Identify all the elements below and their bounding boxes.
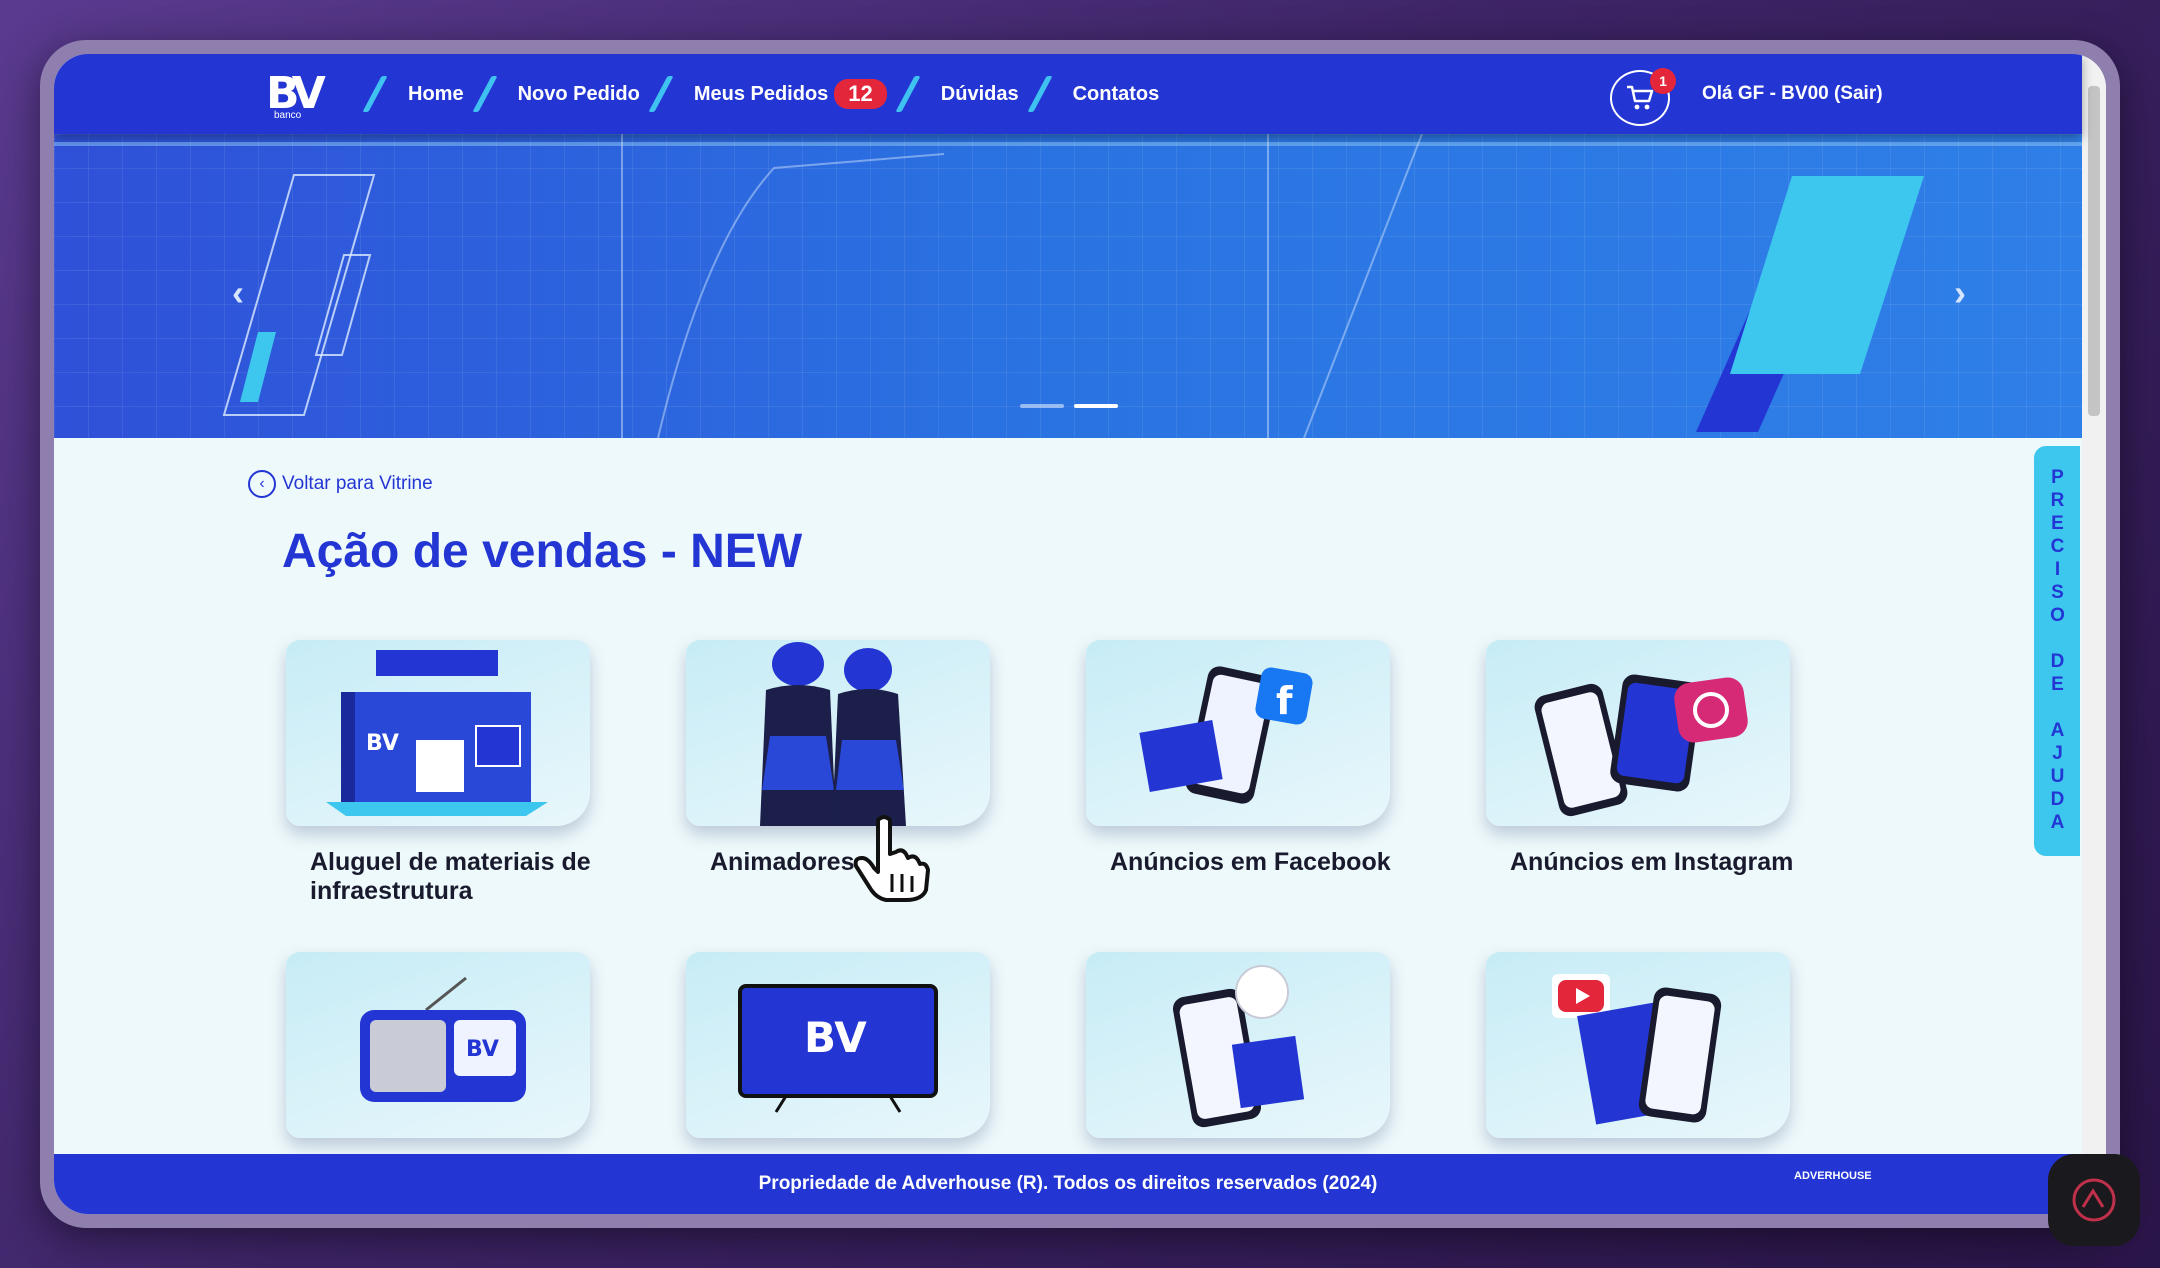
- nav-links: Home Novo Pedido Meus Pedidos 12 Dúvidas…: [354, 54, 1159, 134]
- stand-image: BV: [326, 650, 548, 816]
- svg-text:BV: BV: [466, 1037, 499, 1062]
- radio-image: BV: [360, 976, 526, 1102]
- product-card-phone[interactable]: [1086, 952, 1390, 1138]
- nav-divider: [1027, 76, 1053, 112]
- top-nav: BV banco Home Novo Pedido Meus Pedidos 1…: [54, 54, 2082, 134]
- nav-divider: [648, 76, 674, 112]
- nav-contatos[interactable]: Contatos: [1073, 83, 1160, 106]
- chevron-left-icon: ‹: [248, 470, 276, 498]
- help-tab[interactable]: PRECISO DE AJUDA: [2034, 446, 2080, 856]
- nav-divider: [472, 76, 498, 112]
- product-label-aluguel[interactable]: Aluguel de materiais de infraestrutura: [310, 848, 630, 906]
- hand-cursor-icon: [853, 815, 930, 902]
- adverhouse-badge-icon[interactable]: [2048, 1154, 2140, 1246]
- youtube-image: [1552, 974, 1722, 1125]
- adverhouse-logo: ADVERHOUSE: [1794, 1170, 1872, 1182]
- orders-count-badge: 12: [834, 79, 887, 109]
- nav-home[interactable]: Home: [408, 83, 464, 106]
- carousel-next-button[interactable]: ›: [1954, 272, 1966, 314]
- tv-image: BV: [738, 984, 938, 1113]
- svg-text:f: f: [1276, 679, 1293, 723]
- product-card-animadores[interactable]: [686, 640, 990, 826]
- phone-image: [1172, 965, 1305, 1128]
- cart-icon: [1627, 85, 1654, 110]
- product-label-facebook[interactable]: Anúncios em Facebook: [1110, 848, 1430, 877]
- bv-logo[interactable]: BV banco: [266, 68, 342, 124]
- user-greeting[interactable]: Olá GF - BV00 (Sair): [1702, 54, 1883, 134]
- page-title: Ação de vendas - NEW: [282, 525, 803, 578]
- logo-sub: banco: [274, 110, 302, 121]
- nav-meus-pedidos-label: Meus Pedidos: [693, 82, 829, 105]
- nav-meus-pedidos[interactable]: Meus Pedidos 12: [694, 79, 887, 109]
- nav-novo-pedido[interactable]: Novo Pedido: [518, 83, 640, 106]
- svg-text:BV: BV: [366, 731, 399, 756]
- svg-text:BV: BV: [804, 1013, 867, 1062]
- product-card-radio[interactable]: BV: [286, 952, 590, 1138]
- instagram-ads-image: [1534, 674, 1748, 817]
- animators-image: [760, 642, 906, 826]
- cart-button[interactable]: 1: [1610, 68, 1676, 126]
- hero-carousel: ‹ ›: [54, 134, 2082, 438]
- browser-frame: BV banco Home Novo Pedido Meus Pedidos 1…: [40, 40, 2120, 1228]
- carousel-prev-button[interactable]: ‹: [232, 272, 244, 314]
- back-to-showcase-link[interactable]: ‹ Voltar para Vitrine: [248, 470, 433, 498]
- page-scrollbar[interactable]: [2082, 54, 2106, 1214]
- product-label-instagram[interactable]: Anúncios em Instagram: [1510, 848, 1830, 877]
- carousel-dot[interactable]: [1020, 404, 1064, 408]
- footer-copyright: Propriedade de Adverhouse (R). Todos os …: [758, 1173, 1378, 1194]
- nav-divider: [895, 76, 921, 112]
- nav-duvidas[interactable]: Dúvidas: [941, 83, 1019, 106]
- help-tab-label: PRECISO DE AJUDA: [2047, 467, 2068, 835]
- carousel-dot-active[interactable]: [1074, 404, 1118, 408]
- back-label: Voltar para Vitrine: [282, 473, 433, 494]
- hero-graphic: [222, 134, 1924, 438]
- nav-divider: [362, 76, 388, 112]
- facebook-ads-image: f: [1139, 666, 1313, 804]
- footer: Propriedade de Adverhouse (R). Todos os …: [54, 1154, 2082, 1214]
- product-card-facebook[interactable]: f: [1086, 640, 1390, 826]
- carousel-indicators: [1020, 404, 1118, 408]
- page-viewport: BV banco Home Novo Pedido Meus Pedidos 1…: [54, 54, 2106, 1214]
- scrollbar-thumb[interactable]: [2088, 86, 2100, 416]
- product-card-youtube[interactable]: [1486, 952, 1790, 1138]
- product-card-aluguel[interactable]: BV: [286, 640, 590, 826]
- adverhouse-mark-icon: [2072, 1178, 2116, 1222]
- product-card-instagram[interactable]: [1486, 640, 1790, 826]
- cart-count-badge: 1: [1650, 68, 1676, 94]
- product-card-tv[interactable]: BV: [686, 952, 990, 1138]
